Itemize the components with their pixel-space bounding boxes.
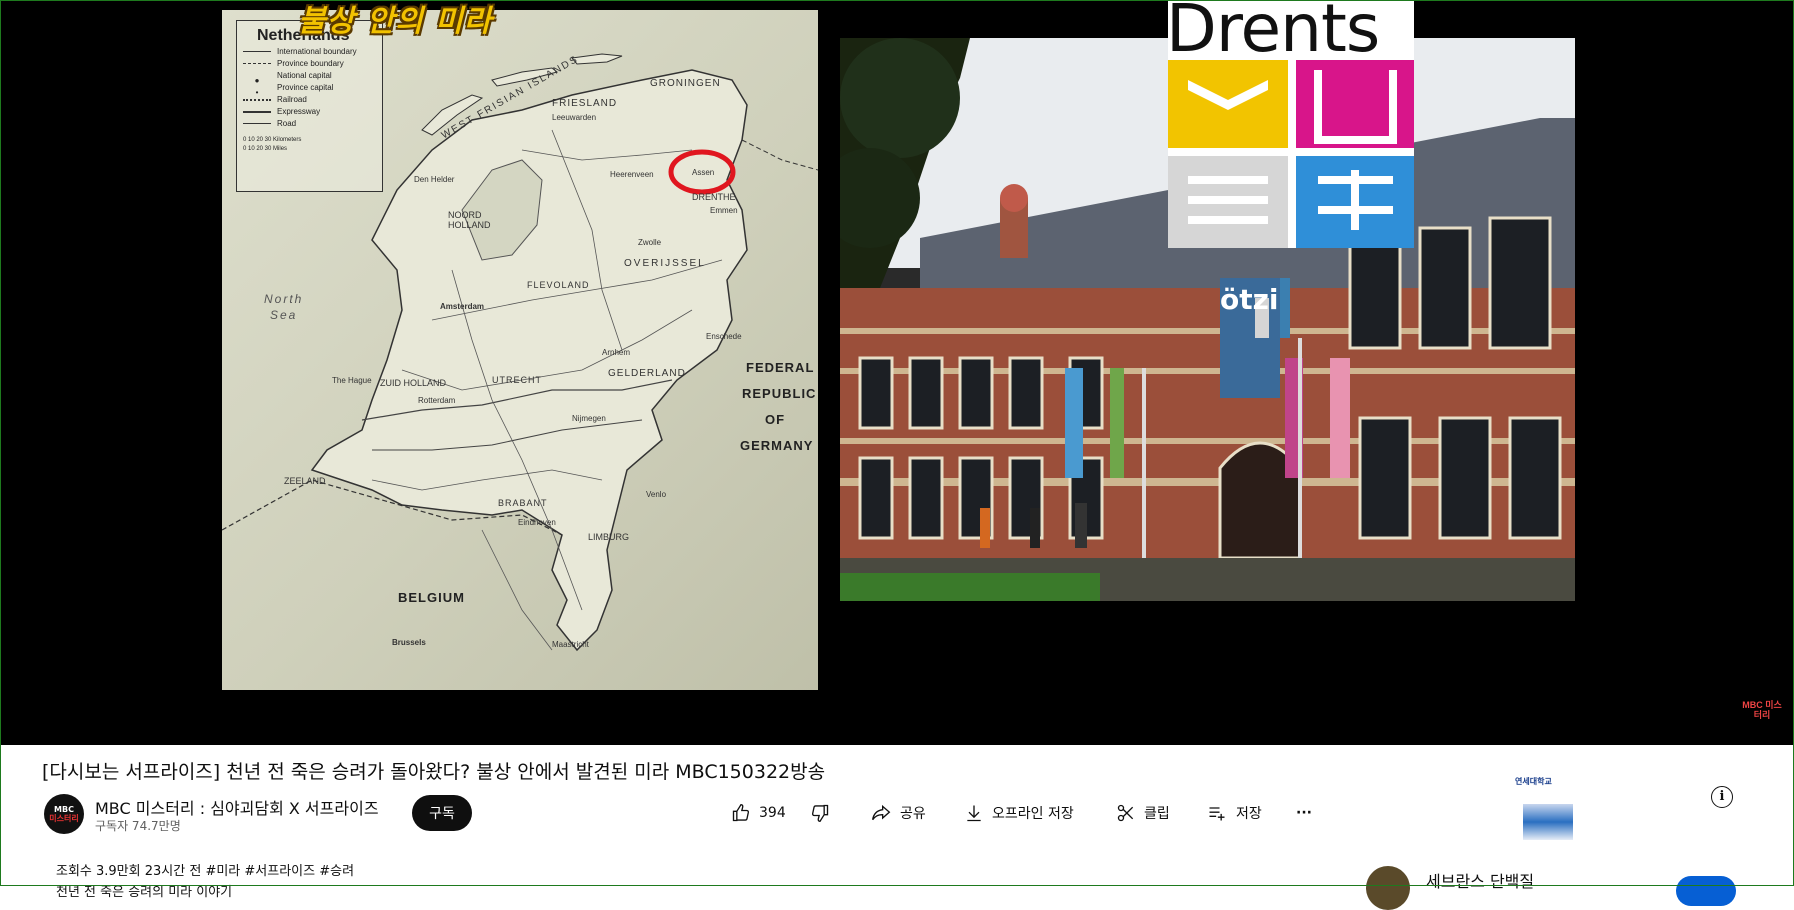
like-button[interactable]: 394: [731, 799, 786, 827]
map-label: OF: [765, 412, 786, 427]
description-line: 천년 전 죽은 승려의 미라 이야기: [56, 885, 233, 900]
video-overlay-title: 불상 안의 미라: [298, 4, 493, 39]
map-label: Enschede: [706, 332, 742, 341]
map-label: GERMANY: [740, 438, 814, 453]
map-label: GRONINGEN: [650, 78, 721, 89]
map-legend: Netherlands International boundary Provi…: [236, 20, 383, 192]
map-panel: Netherlands International boundary Provi…: [222, 10, 818, 690]
subscriber-count: 구독자 74.7만명: [95, 819, 181, 833]
map-label: Emmen: [710, 206, 738, 215]
avatar-text-bottom: 미스터리: [49, 814, 79, 823]
thumbs-up-icon: [732, 803, 750, 822]
view-count: 조회수 3.9만회: [56, 864, 141, 879]
playlist-add-icon: [1209, 807, 1225, 821]
map-label: FEDERAL: [746, 360, 815, 375]
channel-name[interactable]: MBC 미스터리 : 심야괴담회 X 서프라이즈: [95, 795, 379, 819]
legend-scale-km: 0 10 20 30 Kilometers: [243, 137, 302, 143]
ad-brand: 연세대학교: [1515, 777, 1552, 786]
map-label: Leeuwarden: [552, 113, 597, 122]
map-label: ZUID HOLLAND: [380, 378, 447, 388]
upload-time: 23시간 전: [144, 864, 202, 879]
map-label: GELDERLAND: [608, 368, 686, 379]
video-title: [다시보는 서프라이즈] 천년 전 죽은 승려가 돌아왔다? 불상 안에서 발견…: [42, 761, 826, 783]
thumbs-down-icon: [811, 804, 829, 823]
download-button[interactable]: 오프라인 저장: [964, 799, 1074, 827]
hashtags[interactable]: #미라 #서프라이즈 #승려: [205, 864, 354, 879]
share-icon: [872, 804, 891, 821]
map-label: FLEVOLAND: [527, 280, 590, 290]
legend-item: Railroad: [277, 95, 307, 104]
channel-row: MBC 미스터리 MBC 미스터리 : 심야괴담회 X 서프라이즈 구독자 74.…: [44, 793, 1764, 837]
share-label: 공유: [900, 806, 926, 822]
suggested-thumbnail: [1366, 866, 1410, 910]
download-icon: [967, 805, 981, 822]
map-label: Heerenveen: [610, 170, 654, 179]
legend-item: Expressway: [277, 107, 321, 116]
legend-item: Province boundary: [277, 59, 344, 68]
map-label: Eindhoven: [518, 518, 556, 527]
map-label: REPUBLIC: [742, 386, 817, 401]
avatar-text-top: MBC: [54, 805, 74, 814]
more-actions-button[interactable]: ···: [1296, 799, 1312, 827]
like-count: 394: [759, 805, 786, 821]
channel-avatar[interactable]: MBC 미스터리: [44, 794, 84, 834]
map-label: The Hague: [332, 376, 372, 385]
info-icon[interactable]: i: [1711, 786, 1733, 808]
map-label: North: [264, 292, 304, 306]
legend-item: International boundary: [277, 47, 357, 56]
subscribe-button[interactable]: 구독: [412, 795, 472, 831]
map-label: Den Helder: [414, 175, 455, 184]
suggested-action-button[interactable]: [1676, 876, 1736, 906]
map-label: NOORD HOLLAND: [448, 210, 491, 230]
legend-item: National capital: [277, 71, 332, 80]
map-label: OVERIJSSEL: [624, 258, 706, 269]
map-label: Amsterdam: [440, 302, 485, 311]
download-label: 오프라인 저장: [992, 806, 1074, 822]
map-label: Zwolle: [638, 238, 662, 247]
map-label: Brussels: [392, 638, 426, 647]
legend-item: Road: [277, 119, 297, 128]
map-label: BELGIUM: [398, 590, 465, 605]
clip-button[interactable]: 클립: [1116, 799, 1170, 827]
logo-blocks: [1168, 60, 1414, 248]
map-label: ZEELAND: [284, 476, 326, 486]
map-label: Arnhem: [602, 348, 631, 357]
map-label: Assen: [692, 168, 715, 177]
banner-text: ötzi: [1220, 283, 1279, 316]
save-label: 저장: [1236, 806, 1262, 822]
map-label: Nijmegen: [572, 414, 606, 423]
map-label: Venlo: [646, 490, 667, 499]
drents-museum-logo: Drents: [1166, 0, 1414, 248]
suggested-item[interactable]: 세브란스 단백질: [1362, 866, 1792, 910]
map-label: Rotterdam: [418, 396, 456, 405]
dislike-button[interactable]: [810, 799, 838, 827]
save-button[interactable]: 저장: [1206, 799, 1262, 827]
legend-scale-miles: 0 10 20 30 Miles: [243, 146, 288, 152]
description-meta[interactable]: 조회수 3.9만회 23시간 전 #미라 #서프라이즈 #승려: [56, 860, 354, 879]
map-label: Sea: [270, 308, 298, 322]
legend-item: Province capital: [277, 83, 334, 92]
ad-card[interactable]: 연세대학교: [1515, 776, 1575, 842]
map-label: FRIESLAND: [552, 98, 618, 109]
video-player[interactable]: Netherlands International boundary Provi…: [0, 0, 1794, 745]
map-label: UTRECHT: [492, 375, 542, 385]
clip-label: 클립: [1144, 806, 1170, 822]
map-label: DRENTHE: [692, 192, 736, 202]
map-label: Maastricht: [552, 640, 589, 649]
suggested-title: 세브란스 단백질: [1426, 872, 1535, 891]
scissors-icon: [1117, 804, 1134, 822]
map-label: BRABANT: [498, 498, 548, 508]
channel-watermark: MBC 미스터리: [1742, 700, 1782, 720]
ad-image: [1523, 804, 1573, 840]
share-button[interactable]: 공유: [870, 799, 926, 827]
map-label: LIMBURG: [588, 532, 630, 542]
